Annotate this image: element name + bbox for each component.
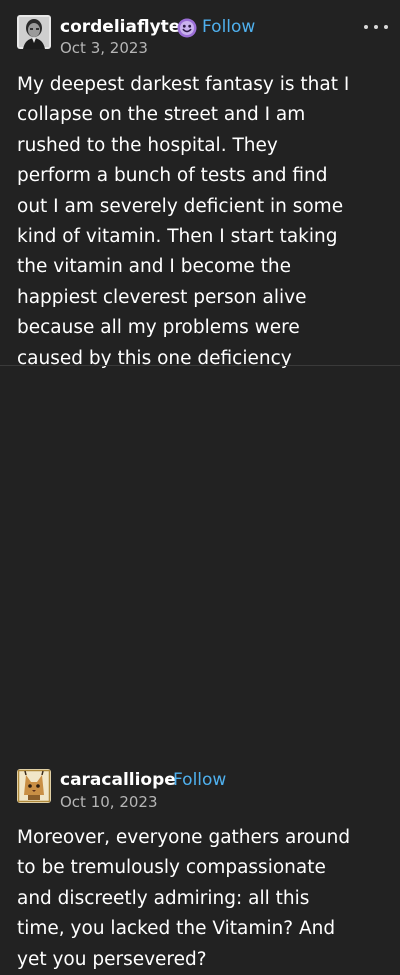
post-body-line: Moreover, everyone gathers around xyxy=(17,827,351,848)
ellipsis-icon xyxy=(364,25,368,29)
ellipsis-icon xyxy=(384,25,388,29)
post-body-line: My deepest darkest fantasy is that I xyxy=(17,74,350,95)
follow-button[interactable]: Follow xyxy=(202,16,255,38)
portrait-avatar-icon xyxy=(17,15,51,49)
purple-smiley-badge-icon xyxy=(177,18,197,38)
post-body-line: yet you persevered? xyxy=(17,948,207,970)
post-body: My deepest darkest fantasy is that I col… xyxy=(17,70,389,374)
post-body-line: kind of vitamin. Then I start taking xyxy=(17,226,338,248)
post-body-line: because all my problems were xyxy=(17,317,300,339)
post-body-line: out I am severely deficient in some xyxy=(17,195,344,217)
post-body-line: to be tremulously compassionate xyxy=(17,857,326,879)
avatar[interactable] xyxy=(17,769,51,803)
post-body-line: time, you lacked the Vitamin? And xyxy=(17,918,336,940)
post-body-line: perform a bunch of tests and find xyxy=(17,165,328,187)
post-body: Moreover, everyone gathers around to be … xyxy=(17,823,389,975)
post-date: Oct 10, 2023 xyxy=(60,793,158,811)
follow-button[interactable]: Follow xyxy=(173,769,226,791)
post-body-line: collapse on the street and I am xyxy=(17,104,306,126)
post-date: Oct 3, 2023 xyxy=(60,39,148,57)
username[interactable]: cordeliaflyte xyxy=(60,16,180,38)
post-body-line: rushed to the hospital. They xyxy=(17,134,278,156)
caracal-avatar-icon xyxy=(17,769,51,803)
post-body-line: the vitamin and I become the xyxy=(17,256,291,278)
username[interactable]: caracalliope xyxy=(60,769,176,791)
more-options-button[interactable] xyxy=(364,23,388,31)
post-cordeliaflyte: cordeliaflyte Follow Oct 3, 2023 My deep… xyxy=(0,0,400,369)
post-body-line: and discreetly admiring: all this xyxy=(17,887,310,909)
post-body-line: happiest cleverest person alive xyxy=(17,286,307,308)
avatar[interactable] xyxy=(17,15,51,49)
post-caracalliope: caracalliope Follow Oct 10, 2023 Moreove… xyxy=(0,366,400,970)
ellipsis-icon xyxy=(374,25,378,29)
